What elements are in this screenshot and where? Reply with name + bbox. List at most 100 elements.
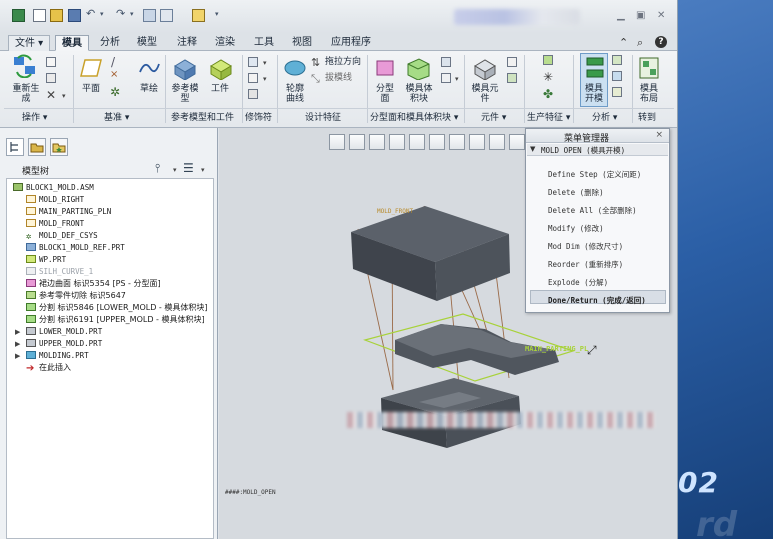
mold-volume-icon[interactable] bbox=[405, 56, 431, 80]
tree-item-insert-here[interactable]: ➔ 在此插入 bbox=[26, 362, 71, 374]
modifier-dropdown-icon[interactable]: ▾ bbox=[263, 59, 267, 67]
menu-item-define-step[interactable]: Define Step (定义间距) bbox=[548, 169, 641, 180]
menu-item-delete-all[interactable]: Delete All (全部删除) bbox=[548, 205, 637, 216]
runner-icon[interactable] bbox=[543, 55, 553, 65]
scale-icon[interactable] bbox=[248, 73, 258, 83]
delete-dropdown-icon[interactable]: ▾ bbox=[62, 92, 66, 100]
mold-open-icon[interactable] bbox=[584, 56, 606, 80]
maximize-icon[interactable]: ▣ bbox=[636, 10, 645, 21]
model-tree-tab[interactable] bbox=[6, 138, 24, 156]
menu-item-mod-dim[interactable]: Mod Dim (修改尺寸) bbox=[548, 241, 623, 252]
upper-mold[interactable] bbox=[351, 206, 510, 301]
save-icon[interactable] bbox=[68, 9, 81, 22]
redo-dropdown-icon[interactable]: ▾ bbox=[130, 10, 134, 18]
group-analysis[interactable]: 分析 ▾ bbox=[592, 110, 617, 123]
menu-item-delete[interactable]: Delete (删除) bbox=[548, 187, 604, 198]
tree-item[interactable]: UPPER_MOLD.PRT bbox=[26, 338, 102, 350]
show-icon[interactable]: ☰ bbox=[183, 161, 194, 175]
folder-browser-tab[interactable] bbox=[28, 138, 46, 156]
csys-icon[interactable]: ✲ bbox=[110, 85, 120, 99]
projected-area-icon[interactable] bbox=[612, 87, 622, 97]
modifier-icon[interactable] bbox=[248, 89, 258, 99]
favorites-tab[interactable] bbox=[50, 138, 68, 156]
expand-icon[interactable]: ▶ bbox=[15, 352, 20, 360]
menu-manager-section[interactable]: ▼ MOLD OPEN (模具开模) bbox=[527, 144, 668, 156]
parting-surface-icon[interactable] bbox=[374, 57, 396, 79]
tree-settings-icon[interactable]: ⫯ bbox=[155, 161, 160, 176]
tab-tools[interactable]: 工具 bbox=[248, 35, 280, 51]
tree-item[interactable]: BLOCK1_MOLD_REF.PRT bbox=[26, 242, 125, 254]
search-icon[interactable]: ⌕ bbox=[637, 36, 643, 50]
tree-item[interactable]: 分割 标识6191 [UPPER_MOLD - 模具体积块] bbox=[26, 314, 205, 326]
new-file-icon[interactable] bbox=[33, 9, 46, 22]
workpiece-icon[interactable] bbox=[208, 56, 234, 80]
axis-icon[interactable]: / bbox=[111, 55, 115, 69]
tree-item[interactable]: MOLDING.PRT bbox=[26, 350, 89, 362]
menu-item-explode[interactable]: Explode (分解) bbox=[548, 277, 608, 288]
collapse-ribbon-icon[interactable]: ⌃ bbox=[619, 36, 628, 49]
menu-item-modify[interactable]: Modify (修改) bbox=[548, 223, 604, 234]
tree-item[interactable]: ✲ MOLD_DEF_CSYS bbox=[26, 230, 98, 242]
collapse-arrow-icon[interactable]: ▼ bbox=[530, 145, 535, 153]
mold-layout-icon[interactable] bbox=[638, 56, 660, 80]
group-datum[interactable]: 基准 ▾ bbox=[104, 110, 129, 123]
tab-apps[interactable]: 应用程序 bbox=[325, 35, 377, 51]
windows-icon[interactable] bbox=[160, 9, 173, 22]
tree-settings-dropdown-icon[interactable]: ▾ bbox=[173, 166, 177, 174]
close-icon[interactable]: ✕ bbox=[657, 10, 665, 21]
group-parting-volume[interactable]: 分型面和模具体积块 ▾ bbox=[370, 110, 458, 123]
plane-icon[interactable] bbox=[79, 58, 103, 78]
help-icon[interactable]: ? bbox=[655, 36, 667, 48]
paste-icon[interactable] bbox=[46, 73, 56, 83]
minimize-icon[interactable]: ▁ bbox=[617, 10, 625, 21]
cavity-icon[interactable] bbox=[507, 57, 517, 67]
tree-item[interactable]: BLOCK1_MOLD.ASM bbox=[13, 182, 94, 194]
point-icon[interactable]: × bbox=[110, 69, 118, 80]
close-window-icon[interactable] bbox=[192, 9, 205, 22]
tree-item[interactable]: MOLD_RIGHT bbox=[26, 194, 84, 206]
reference-model-icon[interactable] bbox=[172, 56, 198, 80]
regenerate-quick-icon[interactable] bbox=[143, 9, 156, 22]
volume-split-icon[interactable] bbox=[441, 73, 451, 83]
tab-file[interactable]: 文件 ▾ bbox=[8, 35, 51, 51]
silhouette-curve-icon[interactable] bbox=[283, 57, 307, 77]
tab-annotate[interactable]: 注释 bbox=[171, 35, 203, 51]
app-icon[interactable] bbox=[12, 9, 25, 22]
close-icon[interactable]: × bbox=[655, 130, 663, 140]
tab-mold[interactable]: 模具 bbox=[55, 35, 89, 51]
tab-view[interactable]: 视图 bbox=[286, 35, 318, 51]
show-dropdown-icon[interactable]: ▾ bbox=[201, 166, 205, 174]
customize-toolbar-icon[interactable]: ▾ bbox=[215, 10, 219, 18]
undo-icon[interactable]: ↶ bbox=[86, 7, 95, 20]
group-components[interactable]: 元件 ▾ bbox=[481, 110, 506, 123]
tree-item[interactable]: LOWER_MOLD.PRT bbox=[26, 326, 102, 338]
group-production[interactable]: 生产特征 ▾ bbox=[527, 110, 570, 123]
undo-dropdown-icon[interactable]: ▾ bbox=[100, 10, 104, 18]
tree-item[interactable]: MOLD_FRONT bbox=[26, 218, 84, 230]
draft-direction-icon[interactable]: ⇅ bbox=[311, 56, 320, 69]
modifier-dropdown-icon[interactable]: ▾ bbox=[263, 75, 267, 83]
draft-line-icon[interactable]: ⤡ bbox=[311, 72, 320, 86]
tree-item[interactable]: WP.PRT bbox=[26, 254, 66, 266]
shrinkage-icon[interactable] bbox=[248, 57, 258, 67]
regenerate-icon[interactable] bbox=[12, 54, 38, 78]
menu-item-done-return[interactable]: Done/Return (完成/返回) bbox=[548, 295, 646, 306]
volume-dropdown-icon[interactable]: ▾ bbox=[455, 75, 459, 83]
mold-check-icon[interactable] bbox=[612, 55, 622, 65]
redo-icon[interactable]: ↷ bbox=[116, 7, 125, 20]
split-icon[interactable] bbox=[441, 57, 451, 67]
molding-icon[interactable] bbox=[507, 73, 517, 83]
delete-icon[interactable]: ✕ bbox=[46, 88, 56, 102]
menu-item-reorder[interactable]: Reorder (重新排序) bbox=[548, 259, 623, 270]
tree-item[interactable]: 分割 标识5846 [LOWER_MOLD - 模具体积块] bbox=[26, 302, 207, 314]
copy-icon[interactable] bbox=[46, 57, 56, 67]
expand-icon[interactable]: ▶ bbox=[15, 328, 20, 336]
tree-item[interactable]: 参考零件切除 标识5647 bbox=[26, 290, 126, 302]
tab-render[interactable]: 渲染 bbox=[209, 35, 241, 51]
mold-component-icon[interactable] bbox=[472, 56, 498, 80]
tree-item[interactable]: 裙边曲面 标识5354 [PS - 分型面] bbox=[26, 278, 161, 290]
group-operations[interactable]: 操作 ▾ bbox=[22, 110, 47, 123]
tab-model[interactable]: 模型 bbox=[131, 35, 163, 51]
tree-item[interactable]: MAIN_PARTING_PLN bbox=[26, 206, 111, 218]
waterline-icon[interactable]: ✳ bbox=[543, 70, 553, 84]
